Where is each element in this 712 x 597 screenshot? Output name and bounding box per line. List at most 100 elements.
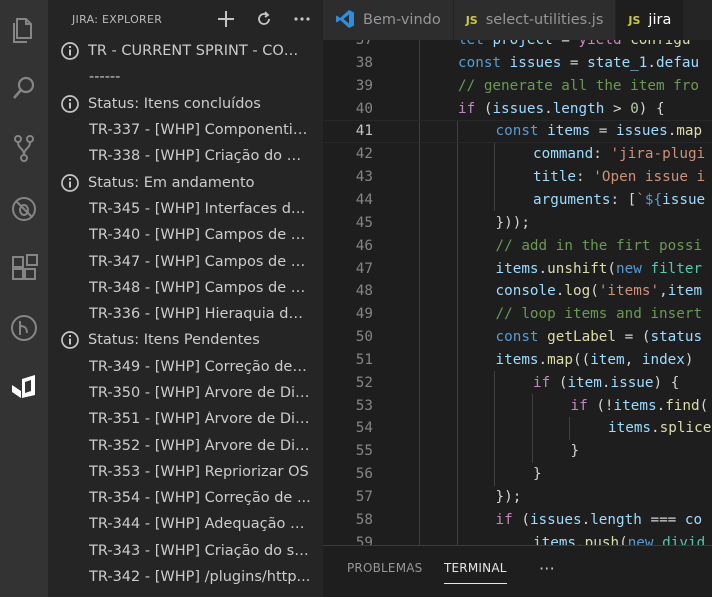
code-line[interactable]: 56} <box>323 463 712 486</box>
jira-plugin-icon[interactable] <box>0 362 48 410</box>
line-number: 37 <box>355 40 373 48</box>
code-editor[interactable]: 37 let project = yield configu 38 const iss… <box>323 40 712 545</box>
code-token: . <box>651 420 660 437</box>
tree-item[interactable]: ------ <box>48 64 323 90</box>
code-token: if <box>458 100 484 117</box>
issue-tree: TR - CURRENT SPRINT - COU... ------ Status… <box>48 38 323 590</box>
tree-item-label: Status: Itens concluídos <box>88 95 261 112</box>
tree-item[interactable]: TR-338 - [WHP] Criação do Ba... <box>48 143 323 169</box>
code-token: splice <box>659 420 712 437</box>
tree-item[interactable]: TR-351 - [WHP] Árvore de Dia... <box>48 406 323 432</box>
js-icon: JS <box>628 13 641 27</box>
line-number: 43 <box>355 169 373 186</box>
code-token: divid <box>662 534 706 545</box>
explorer-icon[interactable] <box>0 6 48 54</box>
tab-jira[interactable]: JS jira <box>616 0 685 40</box>
code-line[interactable]: 40 if (issues.length > 0) { <box>323 97 712 120</box>
code-token: . <box>544 100 553 117</box>
code-line[interactable]: 50 const getLabel = (status <box>323 326 712 349</box>
code-line[interactable]: 57}); <box>323 486 712 509</box>
tree-item-label: TR-344 - [WHP] Adequação d... <box>89 516 311 533</box>
code-token: ( <box>699 397 709 414</box>
gitlens-icon[interactable] <box>0 304 48 352</box>
tree-item-label: TR-343 - [WHP] Criação do se... <box>89 542 311 559</box>
tree-item[interactable]: TR-353 - [WHP] Repriorizar OS <box>48 459 323 485</box>
add-icon[interactable] <box>215 8 237 30</box>
tree-group[interactable]: Status: Em andamento <box>48 169 323 195</box>
tree-item[interactable]: TR-340 - [WHP] Campos de c... <box>48 222 323 248</box>
code-line[interactable]: 58 if (issues.length === co <box>323 508 712 531</box>
tree-item[interactable]: TR-344 - [WHP] Adequação d... <box>48 511 323 537</box>
tab-problems[interactable]: PROBLEMAS <box>347 546 423 590</box>
more-icon[interactable] <box>291 8 313 30</box>
tree-item[interactable]: TR-349 - [WHP] Correção de e... <box>48 354 323 380</box>
source-control-icon[interactable] <box>0 124 48 172</box>
code-line[interactable]: 38 const issues = state_1.defau <box>323 51 712 74</box>
code-line[interactable]: 37 let project = yield configu <box>323 40 712 52</box>
code-token: item <box>567 374 602 391</box>
code-token: length <box>590 511 642 528</box>
js-icon: JS <box>465 13 478 27</box>
code-line[interactable]: 54 items.splice <box>323 417 712 440</box>
line-number: 40 <box>355 100 373 117</box>
code-text: items.push(new divid <box>533 535 705 545</box>
code-token: : [ <box>610 191 637 208</box>
code-line[interactable]: 47 items.unshift(new filter <box>323 257 712 280</box>
code-token: . <box>538 351 548 368</box>
panel-more-icon[interactable]: ··· <box>539 546 555 590</box>
debug-icon[interactable] <box>0 185 48 233</box>
tree-item[interactable]: TR-343 - [WHP] Criação do se... <box>48 538 323 564</box>
code-token: = <box>561 54 588 71</box>
code-line[interactable]: 49 // loop items and insert <box>323 303 712 326</box>
code-token: ) { <box>638 100 665 117</box>
tree-group[interactable]: Status: Itens Pendentes <box>48 327 323 353</box>
code-line[interactable]: 59 items.push(new divid <box>323 531 712 545</box>
code-line[interactable]: 42 command: 'jira-plugi <box>323 143 712 166</box>
code-line[interactable]: 51 items.map((item, index) <box>323 348 712 371</box>
tree-item[interactable]: TR-336 - [WHP] Hieraquia de ... <box>48 301 323 327</box>
tab-terminal[interactable]: TERMINAL <box>444 546 507 590</box>
code-line[interactable]: 53 if (!items.find( <box>323 394 712 417</box>
tab-select-utilities[interactable]: JS select-utilities.js <box>453 0 617 40</box>
extensions-icon[interactable] <box>0 244 48 292</box>
tree-item[interactable]: TR-337 - [WHP] Componentiz... <box>48 117 323 143</box>
code-token: let <box>458 40 493 48</box>
code-token: })); <box>495 214 530 231</box>
code-line[interactable]: 41 const items = issues.map <box>323 119 712 143</box>
code-line[interactable]: 52 if (item.issue) { <box>323 371 712 394</box>
code-token: issues <box>492 100 545 117</box>
code-line[interactable]: 48 console.log('items',item <box>323 280 712 303</box>
code-line[interactable]: 45})); <box>323 211 712 234</box>
code-text: if (issues.length > 0) { <box>458 101 665 117</box>
code-token: , <box>624 351 642 368</box>
code-text: const getLabel = (status <box>496 329 703 345</box>
code-token: , <box>659 283 668 300</box>
tree-group[interactable]: Status: Itens concluídos <box>48 91 323 117</box>
tree-item[interactable]: TR-350 - [WHP] Árvore de Dia... <box>48 380 323 406</box>
tree-item[interactable]: TR-352 - [WHP] Árvore de Dia... <box>48 432 323 458</box>
tree-item-label: ------ <box>89 69 121 86</box>
refresh-icon[interactable] <box>253 8 275 30</box>
tree-item[interactable]: TR-342 - [WHP] /plugins/http... <box>48 564 323 590</box>
code-line[interactable]: 43 title: 'Open issue i <box>323 166 712 189</box>
code-line[interactable]: 55} <box>323 440 712 463</box>
code-token: = <box>590 123 617 140</box>
tree-group[interactable]: TR - CURRENT SPRINT - COU... <box>48 38 323 64</box>
code-token: ( <box>607 260 617 277</box>
code-token: state_1 <box>587 54 648 71</box>
tree-item-label: TR-340 - [WHP] Campos de c... <box>89 227 311 244</box>
line-number: 48 <box>355 283 373 300</box>
info-icon <box>60 94 80 114</box>
code-token: if <box>495 511 522 528</box>
tab-welcome[interactable]: Bem-vindo <box>323 0 454 40</box>
tree-item-label: TR-351 - [WHP] Árvore de Dia... <box>89 411 311 428</box>
code-line[interactable]: 46 // add in the firt possi <box>323 234 712 257</box>
search-icon[interactable] <box>0 64 48 112</box>
code-line[interactable]: 39 // generate all the item fro <box>323 74 712 97</box>
tree-item[interactable]: TR-345 - [WHP] Interfaces de ... <box>48 196 323 222</box>
tree-item[interactable]: TR-348 - [WHP] Campos de c... <box>48 275 323 301</box>
tree-item[interactable]: TR-347 - [WHP] Campos de c... <box>48 248 323 274</box>
tree-item-label: TR-354 - [WHP] Correção de ... <box>89 490 311 507</box>
tree-item[interactable]: TR-354 - [WHP] Correção de ... <box>48 485 323 511</box>
code-line[interactable]: 44 arguments: [`${issue <box>323 188 712 211</box>
